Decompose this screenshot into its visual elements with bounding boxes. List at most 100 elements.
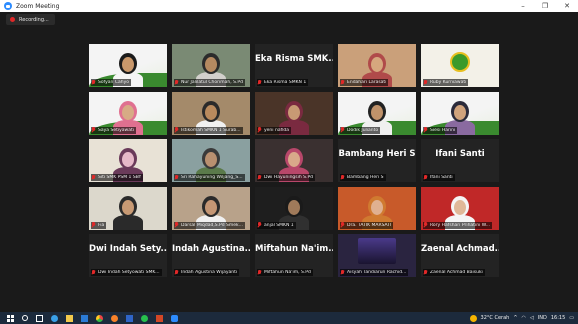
maximize-button[interactable]: ❐ xyxy=(535,0,555,12)
language-indicator[interactable]: IND xyxy=(538,315,547,321)
participant-name: Eka Risma SMKN 1 xyxy=(264,80,307,85)
participant-nametag: Dodik Julianto xyxy=(340,126,381,134)
muted-mic-icon xyxy=(257,222,262,228)
participant-display-name: Ifani Santi xyxy=(435,149,485,159)
participant-tile[interactable]: Istikomah SMKN 1 Surab... xyxy=(172,91,250,135)
word-icon[interactable] xyxy=(126,314,133,322)
weather-sun-icon xyxy=(469,314,477,322)
weather-text[interactable]: 32°C Cerah xyxy=(481,315,510,321)
muted-mic-icon xyxy=(174,222,179,228)
participant-name: Dwi Hayuningsih S.Pd xyxy=(264,175,314,180)
store-icon[interactable] xyxy=(81,314,88,322)
file-explorer-icon[interactable] xyxy=(66,314,73,322)
participant-tile[interactable]: Miftahun Na'im... Miftahun Na'im, S.Pd xyxy=(255,234,333,277)
participant-tile[interactable]: Zaenal Achmad... Zaenal Achmad Baisuki xyxy=(421,234,499,277)
participant-tile[interactable]: Endahari Larasati xyxy=(338,44,416,87)
participant-tile[interactable]: Ifani Santi Ifani Santi xyxy=(421,139,499,182)
participant-name: Endahari Larasati xyxy=(347,80,387,85)
minimize-button[interactable]: – xyxy=(513,0,533,12)
participant-name: Dra. TATIK MARSATI xyxy=(347,222,392,228)
participant-tile[interactable]: Saya Setiyawati xyxy=(89,91,167,135)
participant-nametag: Dwi Indah Setyowati SMK... xyxy=(91,269,162,276)
participant-display-name: Zaenal Achmad... xyxy=(421,244,499,254)
muted-mic-icon xyxy=(174,79,179,86)
participant-tile[interactable]: Dwi Hayuningsih S.Pd xyxy=(255,139,333,182)
participant-nametag: Sofyan Cahyo xyxy=(91,79,131,86)
participant-tile[interactable]: Siesi Harini xyxy=(421,91,499,135)
search-icon[interactable] xyxy=(22,315,28,321)
recording-indicator[interactable]: Recording... xyxy=(6,14,55,25)
close-button[interactable]: ✕ xyxy=(557,0,577,12)
volume-icon[interactable]: ◁ xyxy=(530,315,534,321)
participant-nametag: yeni nafida xyxy=(257,126,292,134)
muted-mic-icon xyxy=(423,127,428,133)
participant-tile[interactable]: Dodik Julianto xyxy=(338,91,416,135)
participant-tile[interactable]: Rory Hafshari Prihatini W... xyxy=(421,186,499,230)
participant-tile[interactable]: Sofyan Cahyo xyxy=(89,44,167,87)
participant-tile[interactable]: Siti SMK PSM 1 SBY xyxy=(89,139,167,182)
participant-video xyxy=(113,190,143,230)
participant-tile[interactable]: Nur Jalilatul Chorimah, S.Pd xyxy=(172,44,250,87)
participant-name: Ruby Kurniawati xyxy=(430,80,467,85)
participant-name: Indah Agustina Wijayanti xyxy=(181,270,238,275)
participant-nametag: anjal SMKN 1 xyxy=(257,221,296,229)
participant-tile[interactable]: Fia xyxy=(89,186,167,230)
participant-tile[interactable]: Sri Rahayuning Wiljang_S... xyxy=(172,139,250,182)
muted-mic-icon xyxy=(423,269,428,276)
participant-name: Darsal Miqdad,S.Pd Smek... xyxy=(181,222,243,228)
participant-tile[interactable]: Darsal Miqdad,S.Pd Smek... xyxy=(172,186,250,230)
edge-browser-icon[interactable] xyxy=(51,314,58,322)
participant-tile[interactable]: Dwi Indah Sety... Dwi Indah Setyowati SMK… xyxy=(89,234,167,277)
participant-display-name: Eka Risma SMK... xyxy=(255,54,333,64)
whatsapp-icon[interactable] xyxy=(141,314,148,322)
system-tray: 32°C Cerah ^ ◠ ◁ IND 16:15 ▭ xyxy=(469,312,574,324)
notification-icon[interactable]: ▭ xyxy=(569,315,574,321)
school-logo-icon xyxy=(450,52,470,72)
participant-tile[interactable]: Ruby Kurniawati xyxy=(421,44,499,87)
muted-mic-icon xyxy=(257,79,262,86)
participant-name: Aisyah Tandiarun Rachid... xyxy=(347,270,407,275)
muted-mic-icon xyxy=(91,222,96,228)
powerpoint-icon[interactable] xyxy=(156,314,163,322)
participant-nametag: Darsal Miqdad,S.Pd Smek... xyxy=(174,221,245,229)
windows-start-icon[interactable] xyxy=(7,314,14,322)
tray-chevron-icon[interactable]: ^ xyxy=(513,315,517,321)
stage-graphic xyxy=(358,238,396,264)
participant-name: Siti SMK PSM 1 SBY xyxy=(98,175,142,180)
network-icon[interactable]: ◠ xyxy=(522,315,526,321)
participant-name: anjal SMKN 1 xyxy=(264,222,294,228)
participant-nametag: Bambang Heri S xyxy=(340,174,386,181)
participant-tile[interactable]: yeni nafida xyxy=(255,91,333,135)
muted-mic-icon xyxy=(340,127,345,133)
muted-mic-icon xyxy=(174,174,179,181)
participant-name: Fia xyxy=(98,222,105,228)
muted-mic-icon xyxy=(257,269,262,276)
muted-mic-icon xyxy=(423,222,428,228)
clock[interactable]: 16:15 xyxy=(551,315,565,321)
muted-mic-icon xyxy=(91,174,96,181)
muted-mic-icon xyxy=(340,222,345,228)
participant-nametag: Ruby Kurniawati xyxy=(423,79,469,86)
participant-nametag: Dra. TATIK MARSATI xyxy=(340,221,394,229)
participant-nametag: Siti SMK PSM 1 SBY xyxy=(91,174,144,181)
window-titlebar: Zoom Meeting – ❐ ✕ xyxy=(0,0,578,12)
participant-tile[interactable]: Indah Agustina... Indah Agustina Wijayant… xyxy=(172,234,250,277)
participant-nametag: Nur Jalilatul Chorimah, S.Pd xyxy=(174,79,245,86)
muted-mic-icon xyxy=(174,269,179,276)
muted-mic-icon xyxy=(340,269,345,276)
participant-tile[interactable]: anjal SMKN 1 xyxy=(255,186,333,230)
chrome-icon[interactable] xyxy=(96,314,103,322)
zoom-taskbar-icon[interactable] xyxy=(171,314,178,322)
firefox-icon[interactable] xyxy=(111,314,118,322)
participant-name: Miftahun Na'im, S.Pd xyxy=(264,270,311,275)
participant-tile[interactable]: Aisyah Tandiarun Rachid... xyxy=(338,234,416,277)
participant-tile[interactable]: Dra. TATIK MARSATI xyxy=(338,186,416,230)
muted-mic-icon xyxy=(174,127,179,133)
participant-name: Sri Rahayuning Wiljang_S... xyxy=(181,175,243,180)
zoom-app-icon xyxy=(4,2,12,10)
participant-name: Dodik Julianto xyxy=(347,127,379,133)
participant-nametag: Siesi Harini xyxy=(423,126,458,134)
participant-tile[interactable]: Bambang Heri S Bambang Heri S xyxy=(338,139,416,182)
task-view-icon[interactable] xyxy=(36,314,43,322)
participant-tile[interactable]: Eka Risma SMK... Eka Risma SMKN 1 xyxy=(255,44,333,87)
